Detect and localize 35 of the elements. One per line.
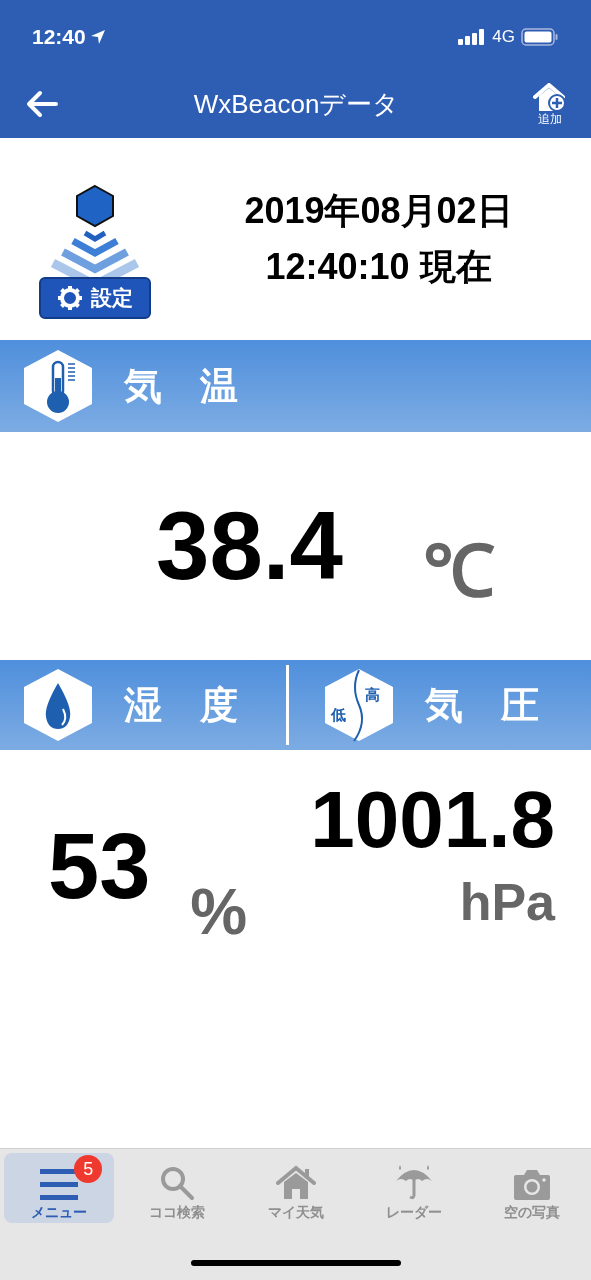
tab-bar-item[interactable]: レーダー	[358, 1153, 469, 1223]
umbrella-icon	[393, 1163, 434, 1201]
pressure-value: 1001.8	[310, 780, 555, 860]
temperature-value: 38.4	[156, 491, 343, 601]
back-arrow-icon	[26, 90, 58, 118]
pressure-unit: hPa	[459, 876, 555, 928]
low-text: 低	[331, 707, 346, 722]
add-button[interactable]: 追加	[533, 83, 567, 125]
gear-icon	[57, 285, 83, 311]
home-plus-icon	[533, 83, 567, 113]
humidity-label: 湿 度	[124, 682, 238, 728]
battery-icon	[521, 28, 559, 46]
home-icon	[275, 1165, 316, 1201]
network-type: 4G	[492, 26, 515, 49]
high-text: 高	[365, 687, 380, 702]
settings-button[interactable]: 設定	[39, 277, 151, 319]
window-title: WxBeaconデータ	[193, 87, 400, 121]
humidity-unit: %	[190, 880, 248, 944]
date-text: 2019年08月02日	[244, 193, 513, 229]
humidity-value: 53	[48, 820, 151, 912]
menu-icon	[40, 1167, 79, 1201]
signal-icon	[458, 29, 487, 45]
tab-bar-item[interactable]: ココ検索	[122, 1153, 233, 1223]
clock-time: 12:40	[32, 24, 86, 51]
tab-bar-item[interactable]: 空の写真	[476, 1153, 587, 1223]
location-arrow-icon	[89, 29, 106, 45]
tab-bar-item[interactable]: マイ天気	[240, 1153, 351, 1223]
camera-icon	[512, 1167, 551, 1201]
tab-bar-item[interactable]: メニュー 5	[4, 1153, 115, 1223]
temperature-label: 気 温	[124, 363, 238, 409]
time-text: 12:40:10 現在	[265, 249, 492, 285]
search-icon	[159, 1165, 196, 1201]
temperature-unit: ℃	[422, 530, 495, 613]
notification-badge: 5	[74, 1155, 103, 1183]
pressure-label: 気 圧	[425, 682, 539, 728]
